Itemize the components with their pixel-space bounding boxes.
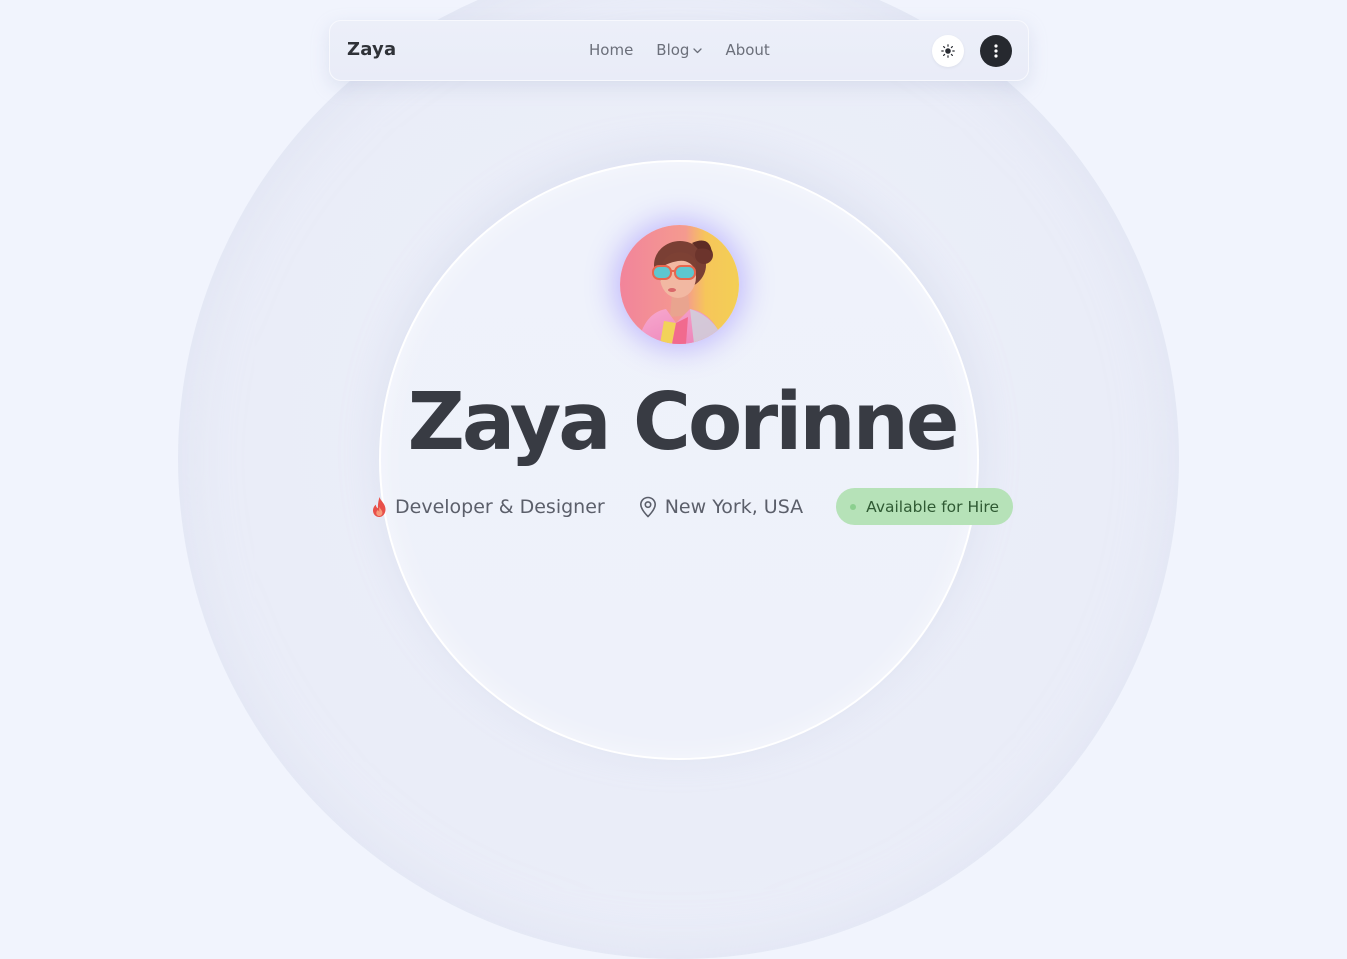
role-item: Developer & Designer xyxy=(369,496,605,518)
role-label: Developer & Designer xyxy=(395,495,605,518)
vertical-dots-icon xyxy=(994,44,998,58)
availability-badge[interactable]: Available for Hire xyxy=(836,488,1013,525)
nav-link-home[interactable]: Home xyxy=(589,41,633,59)
sun-icon xyxy=(941,44,955,58)
theme-toggle-button[interactable] xyxy=(932,35,964,67)
fire-icon xyxy=(373,496,386,517)
chevron-down-icon xyxy=(693,47,703,53)
profile-photo xyxy=(620,225,739,344)
nav-links: Home Blog About xyxy=(589,41,770,59)
availability-label: Available for Hire xyxy=(866,497,999,516)
nav-link-blog-label: Blog xyxy=(656,41,690,59)
top-navbar: Zaya Home Blog About xyxy=(329,20,1029,81)
map-pin-icon xyxy=(639,496,656,517)
more-menu-button[interactable] xyxy=(980,35,1012,67)
location-item: New York, USA xyxy=(638,496,803,518)
nav-link-blog[interactable]: Blog xyxy=(656,41,703,59)
nav-link-about[interactable]: About xyxy=(725,41,769,59)
brand-logo[interactable]: Zaya xyxy=(347,39,396,60)
avatar xyxy=(620,225,739,344)
hero-name: Zaya Corinne xyxy=(407,376,960,468)
hero-info-row: Developer & Designer New York, USA Avail… xyxy=(369,488,1013,525)
status-dot xyxy=(850,503,857,510)
location-label: New York, USA xyxy=(664,495,804,518)
